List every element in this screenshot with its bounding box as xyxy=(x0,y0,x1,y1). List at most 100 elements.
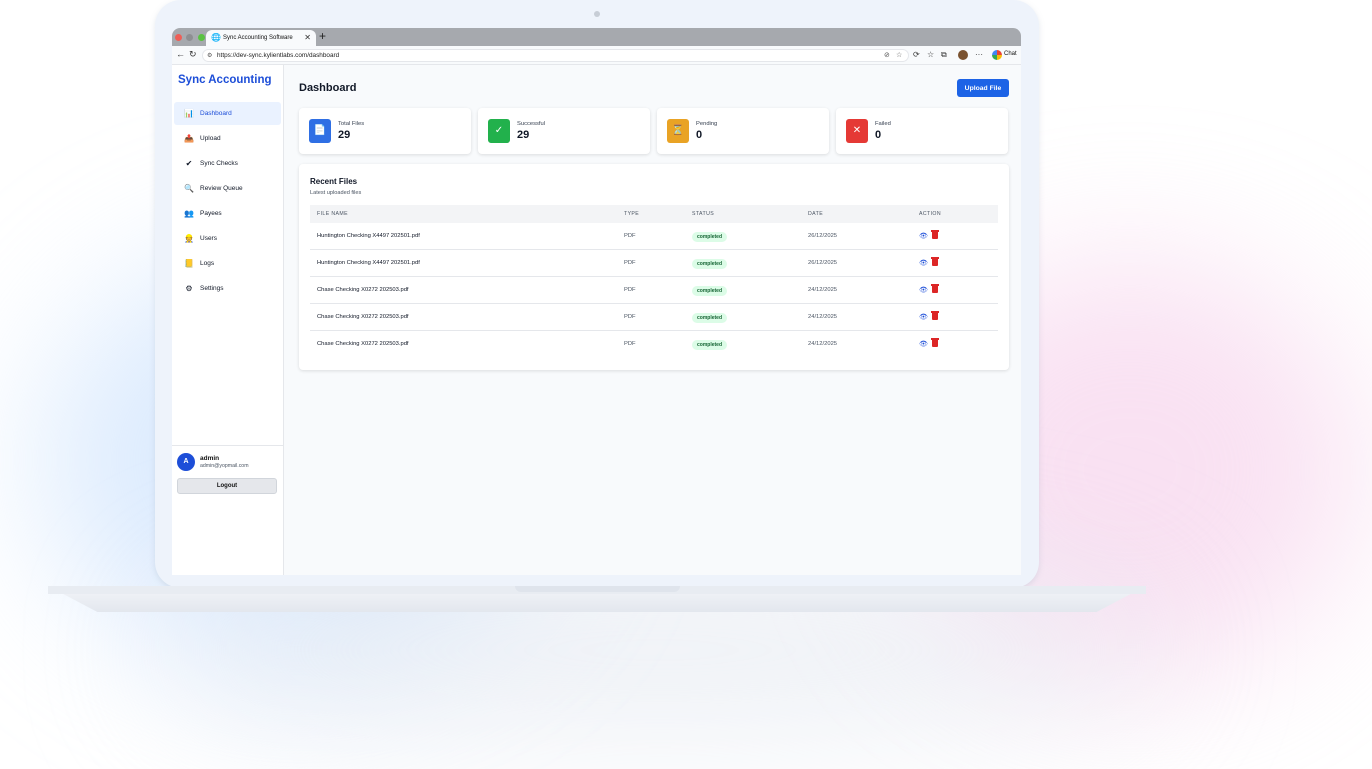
eye-icon[interactable]: 👁 xyxy=(919,259,928,267)
new-tab-icon[interactable]: + xyxy=(319,29,326,43)
globe-icon: 🌐 xyxy=(211,33,221,42)
chat-label[interactable]: Chat xyxy=(1004,51,1017,57)
sidebar-item-sync-checks[interactable]: ✔ Sync Checks xyxy=(174,152,281,175)
address-bar[interactable]: ⚙ https://dev-sync.kylientlabs.com/dashb… xyxy=(202,49,909,62)
star-icon[interactable]: ☆ xyxy=(896,50,902,62)
bar-chart-icon: 📊 xyxy=(184,109,194,118)
date-cell: 24/12/2025 xyxy=(808,341,838,347)
user-icon: 👷 xyxy=(184,234,194,243)
sidebar-item-payees[interactable]: 👥 Payees xyxy=(174,202,281,225)
extensions-icon[interactable]: ⟳ xyxy=(913,50,920,59)
brand-title[interactable]: Sync Accounting xyxy=(178,74,272,86)
main-content: Dashboard Upload File 📄 Total Files 29 ✓ Suc… xyxy=(285,65,1021,575)
eye-icon[interactable]: 👁 xyxy=(919,232,928,240)
sidebar-item-dashboard[interactable]: 📊 Dashboard xyxy=(174,102,281,125)
favorites-icon[interactable]: ☆ xyxy=(927,50,934,59)
stats-row: 📄 Total Files 29 ✓ Successful 29 ⏳ Pending 0 ✕ Fai… xyxy=(299,108,1009,154)
stat-card-successful: ✓ Successful 29 xyxy=(478,108,650,154)
sidebar-item-label: Logs xyxy=(200,260,215,267)
logout-button[interactable]: Logout xyxy=(177,478,277,494)
col-status[interactable]: STATUS xyxy=(692,205,714,223)
col-type[interactable]: TYPE xyxy=(624,205,639,223)
table-header: FILE NAME TYPE STATUS DATE ACTION xyxy=(310,205,998,223)
col-date[interactable]: DATE xyxy=(808,205,823,223)
date-cell: 24/12/2025 xyxy=(808,314,838,320)
url-text: https://dev-sync.kylientlabs.com/dashboa… xyxy=(217,52,340,59)
stat-card-total-files: 📄 Total Files 29 xyxy=(299,108,471,154)
table-row[interactable]: Chase Checking X0272 202503.pdf PDF comple… xyxy=(310,304,998,331)
trash-icon[interactable] xyxy=(931,257,939,266)
browser-toolbar: ← ↻ ⚙ https://dev-sync.kylientlabs.com/d… xyxy=(172,46,1021,65)
gear-icon: ⚙ xyxy=(185,284,193,293)
reload-icon[interactable]: ↻ xyxy=(189,49,197,60)
more-icon[interactable]: ··· xyxy=(975,50,983,59)
close-tab-icon[interactable]: ✕ xyxy=(304,33,311,42)
stat-card-pending: ⏳ Pending 0 xyxy=(657,108,829,154)
eye-icon[interactable]: 👁 xyxy=(919,313,928,321)
collections-icon[interactable]: ⧉ xyxy=(941,50,947,60)
type-cell: PDF xyxy=(624,260,636,266)
stat-value: 29 xyxy=(517,129,530,141)
user-box: A admin admin@yopmail.com Logout xyxy=(172,445,284,575)
close-window-button[interactable] xyxy=(175,34,182,41)
date-cell: 24/12/2025 xyxy=(808,287,838,293)
camera xyxy=(594,11,600,17)
people-icon: 👥 xyxy=(184,209,194,218)
site-info-icon[interactable]: ⚙ xyxy=(207,50,212,62)
recent-files-card: Recent Files Latest uploaded files FILE … xyxy=(299,164,1009,370)
hourglass-icon: ⏳ xyxy=(667,119,689,143)
avatar: A xyxy=(177,453,195,471)
sidebar-item-users[interactable]: 👷 Users xyxy=(174,227,281,250)
trash-icon[interactable] xyxy=(931,284,939,293)
upload-file-button[interactable]: Upload File xyxy=(957,79,1009,97)
sidebar-item-upload[interactable]: 📤 Upload xyxy=(174,127,281,150)
stat-value: 29 xyxy=(338,129,351,141)
trash-icon[interactable] xyxy=(931,338,939,347)
trash-icon[interactable] xyxy=(931,311,939,320)
status-badge: completed xyxy=(692,313,728,323)
screen: 🌐 Sync Accounting Software ✕ + ← ↻ ⚙ htt… xyxy=(172,28,1021,575)
stat-value: 0 xyxy=(875,129,882,141)
stat-label: Pending xyxy=(696,121,718,127)
date-cell: 26/12/2025 xyxy=(808,233,838,239)
profile-avatar[interactable] xyxy=(958,50,968,60)
maximize-window-button[interactable] xyxy=(198,34,205,41)
table-row[interactable]: Chase Checking X0272 202503.pdf PDF comple… xyxy=(310,277,998,304)
table-row[interactable]: Chase Checking X0272 202503.pdf PDF comple… xyxy=(310,331,998,358)
status-badge: completed xyxy=(692,286,728,296)
sidebar-item-logs[interactable]: 📒 Logs xyxy=(174,252,281,275)
check-box-icon: ✓ xyxy=(488,119,510,143)
back-icon[interactable]: ← xyxy=(176,49,185,59)
table-body: Huntington Checking X4497 202501.pdf PDF c… xyxy=(310,223,998,358)
tab-title: Sync Accounting Software xyxy=(223,35,293,41)
upload-icon: 📤 xyxy=(184,134,194,143)
sidebar-item-label: Settings xyxy=(200,285,224,292)
sidebar-item-settings[interactable]: ⚙ Settings xyxy=(174,277,281,300)
cross-icon: ✕ xyxy=(846,119,868,143)
sidebar-item-label: Payees xyxy=(200,210,222,217)
document-icon: 📄 xyxy=(309,119,331,143)
trash-icon[interactable] xyxy=(931,230,939,239)
file-name-cell: Huntington Checking X4497 202501.pdf xyxy=(317,260,420,266)
table-row[interactable]: Huntington Checking X4497 202501.pdf PDF c… xyxy=(310,223,998,250)
browser-tab[interactable]: 🌐 Sync Accounting Software ✕ xyxy=(206,30,316,46)
file-name-cell: Chase Checking X0272 202503.pdf xyxy=(317,314,409,320)
page-title: Dashboard xyxy=(299,82,357,94)
tracking-icon[interactable]: ⊘ xyxy=(884,50,890,62)
app: Sync Accounting 📊 Dashboard 📤 Upload ✔ Sync C… xyxy=(172,65,1021,575)
table-row[interactable]: Huntington Checking X4497 202501.pdf PDF c… xyxy=(310,250,998,277)
eye-icon[interactable]: 👁 xyxy=(919,286,928,294)
card-subtitle: Latest uploaded files xyxy=(310,190,362,196)
stat-label: Total Files xyxy=(338,121,365,127)
type-cell: PDF xyxy=(624,341,636,347)
laptop-notch xyxy=(515,586,680,592)
minimize-window-button[interactable] xyxy=(186,34,193,41)
col-file-name[interactable]: FILE NAME xyxy=(317,205,348,223)
eye-icon[interactable]: 👁 xyxy=(919,340,928,348)
type-cell: PDF xyxy=(624,233,636,239)
chat-icon[interactable] xyxy=(992,50,1002,60)
sidebar-item-review-queue[interactable]: 🔍 Review Queue xyxy=(174,177,281,200)
date-cell: 26/12/2025 xyxy=(808,260,838,266)
recent-files-table: FILE NAME TYPE STATUS DATE ACTION Huntin… xyxy=(310,205,998,358)
stat-value: 0 xyxy=(696,129,703,141)
